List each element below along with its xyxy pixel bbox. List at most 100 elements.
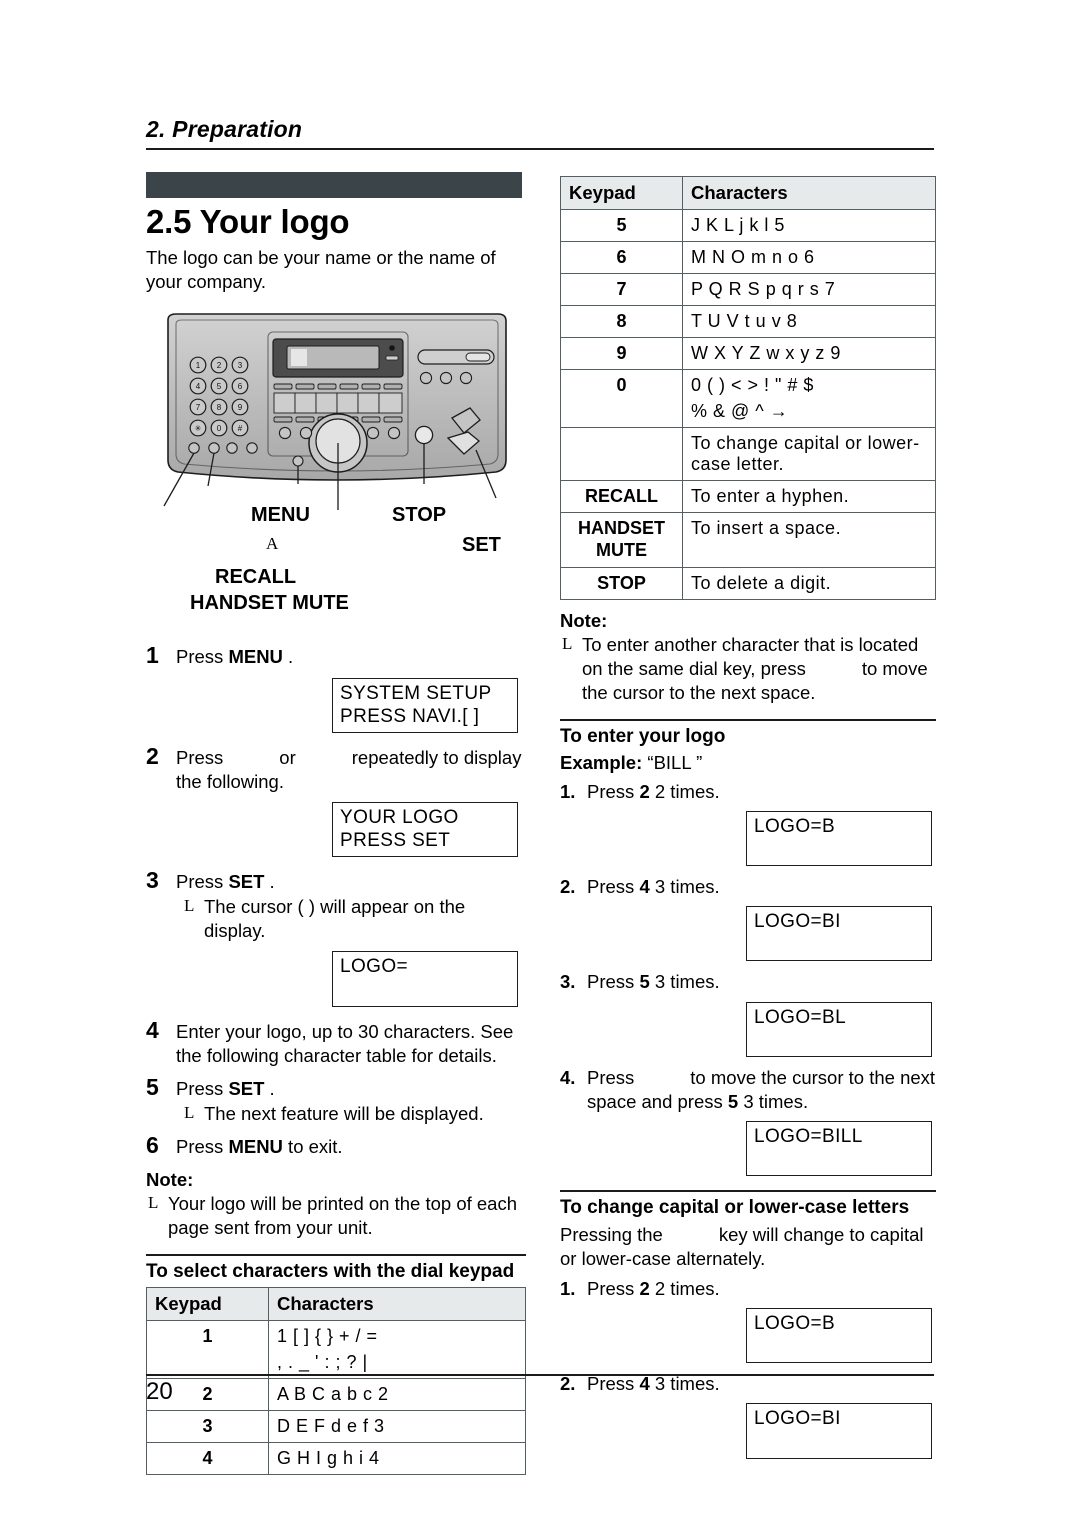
svg-text:1: 1 [196, 361, 201, 370]
step-number: 1. [560, 781, 576, 803]
table-row: 5 J K L j k l 5 [560, 209, 936, 242]
step-number: 2. [560, 876, 576, 898]
lcd-your-logo: YOUR LOGO PRESS SET [332, 801, 518, 858]
step-5-number: 5 [146, 1073, 159, 1100]
step-body: Press 5 3 times. [587, 970, 936, 994]
step-5-key: SET [228, 1077, 265, 1099]
key-label: 2 [639, 1278, 650, 1300]
note-right-text: To enter another character that is locat… [582, 633, 936, 705]
col-header-characters: Characters [682, 176, 936, 210]
running-head-rule [146, 148, 934, 150]
step-4: 4 Enter your logo, up to 30 characters. … [146, 1017, 526, 1068]
cell-chars: G H I g h i 4 [268, 1442, 526, 1476]
step-3-sub: L The cursor ( ) will appear on the disp… [184, 895, 526, 943]
cell-chars-line1: 0 ( ) < > ! " # $ [691, 375, 814, 395]
enter-logo-step-4: 4. Press to move the cursor to the next s… [560, 1066, 936, 1114]
svg-text:8: 8 [217, 403, 222, 412]
step-1-press: Press [176, 646, 229, 668]
enter-logo-step-3: 3. Press 5 3 times. [560, 970, 936, 994]
cell-key: 8 [560, 305, 683, 338]
callout-navigator-symbol: A [266, 534, 279, 554]
step-body: Press 4 3 times. [587, 875, 936, 899]
cell-chars: W X Y Z w x y z 9 [682, 337, 936, 370]
times-label: 3 times. [743, 1090, 809, 1112]
svg-text:6: 6 [238, 382, 243, 391]
step-body: Press to move the cursor to the next spac… [587, 1066, 936, 1114]
example-value: “BILL ” [647, 752, 703, 774]
lcd-line1: LOGO=BI [754, 911, 841, 933]
cell-chars: To enter a hyphen. [682, 480, 936, 513]
lcd-your-logo-line2: PRESS SET [340, 830, 451, 852]
cell-key-recall: RECALL [560, 480, 683, 513]
step-6-body: Press MENU to exit. [176, 1132, 526, 1159]
table-row: 1 1 [ ] { } + / = , . _ ' : ; ? | [146, 1320, 526, 1380]
cell-chars: P Q R S p q r s 7 [682, 273, 936, 306]
section-intro: The logo can be your name or the name of… [146, 247, 496, 293]
col-header-keypad: Keypad [560, 176, 683, 210]
step-4-number: 4 [146, 1016, 159, 1043]
change-case-body: Pressing the key will change to capital o… [560, 1223, 936, 1271]
press-label: Press [587, 1278, 635, 1300]
table-header-row: Keypad Characters [146, 1287, 526, 1322]
keypad-key-4: 4 [189, 377, 207, 395]
step-number: 1. [560, 1278, 576, 1300]
character-table-left: Keypad Characters 1 1 [ ] { } + / = , . … [146, 1287, 526, 1476]
callout-menu: MENU [251, 504, 310, 527]
change-case-step-1: 1. Press 2 2 times. [560, 1277, 936, 1301]
cell-chars-line1: 1 [ ] { } + / = [277, 1326, 378, 1347]
press-label: Press [587, 971, 635, 993]
times-label: 3 times. [654, 971, 720, 993]
page-title: 2.5 Your logo [146, 203, 350, 240]
change-case-body-a: Pressing the [560, 1223, 663, 1245]
svg-text:3: 3 [238, 361, 243, 370]
button-menu [292, 455, 304, 467]
svg-text:5: 5 [217, 382, 222, 391]
enter-logo-heading: To enter your logo [560, 726, 726, 748]
keypad-key-8: 8 [210, 398, 228, 416]
lcd-enter-logo-1: LOGO=B [746, 811, 932, 867]
lcd-line2 [754, 1029, 925, 1052]
callout-handset-mute: HANDSET MUTE [190, 592, 349, 615]
cell-chars: To change capital or lower-case letter. [682, 427, 936, 481]
step-1-body: Press MENU . [176, 642, 526, 669]
cell-key-handset-mute: HANDSET MUTE [560, 512, 683, 568]
cell-chars-line2: % & @ ^ → [691, 401, 789, 421]
cell-key: 3 [146, 1410, 269, 1444]
step-number: 4. [560, 1066, 576, 1088]
lcd-system-setup: SYSTEM SETUP PRESS NAVI.[ ] [332, 677, 518, 733]
step-number: 3. [560, 971, 576, 993]
page-number: 20 [146, 1378, 173, 1405]
table-row: 4 G H I g h i 4 [146, 1442, 526, 1476]
lcd-change-case-2: LOGO=BI [746, 1403, 932, 1459]
times-label: 2 times. [654, 781, 720, 803]
keypad-key-hash: # [231, 419, 249, 437]
step-6-press: Press [176, 1135, 229, 1157]
bullet-icon: L [562, 633, 573, 653]
lcd-logo-empty: LOGO= [332, 951, 518, 1007]
step-3-tail: . [264, 871, 275, 893]
cell-key: 6 [560, 241, 683, 274]
key-label: 2 [639, 781, 650, 803]
cell-chars: To insert a space. [682, 512, 936, 568]
keypad-key-9: 9 [231, 398, 249, 416]
callout-recall: RECALL [215, 566, 297, 589]
button-handset-mute [188, 442, 200, 455]
step-2-press: Press [176, 746, 224, 768]
cell-key: 4 [146, 1442, 269, 1476]
key-label: 4 [639, 1373, 650, 1395]
lcd-line1: LOGO=B [754, 1313, 836, 1335]
step-6-number: 6 [146, 1131, 159, 1158]
note-left-item: L Your logo will be printed on the top o… [148, 1192, 526, 1240]
table-row: 3 D E F d e f 3 [146, 1410, 526, 1444]
svg-text:0: 0 [217, 424, 222, 433]
step-1-key: MENU [228, 646, 283, 668]
table-row: 0 0 ( ) < > ! " # $ % & @ ^ → [560, 369, 936, 428]
button-stop [414, 426, 434, 445]
lcd-line1: LOGO=BL [754, 1006, 847, 1028]
cell-key: 0 [560, 369, 683, 428]
lcd-line1: LOGO=BILL [754, 1125, 863, 1147]
lcd-line2 [754, 1431, 925, 1454]
svg-text:9: 9 [238, 403, 243, 412]
col-header-characters: Characters [268, 1287, 526, 1322]
bullet-icon: L [184, 896, 195, 916]
